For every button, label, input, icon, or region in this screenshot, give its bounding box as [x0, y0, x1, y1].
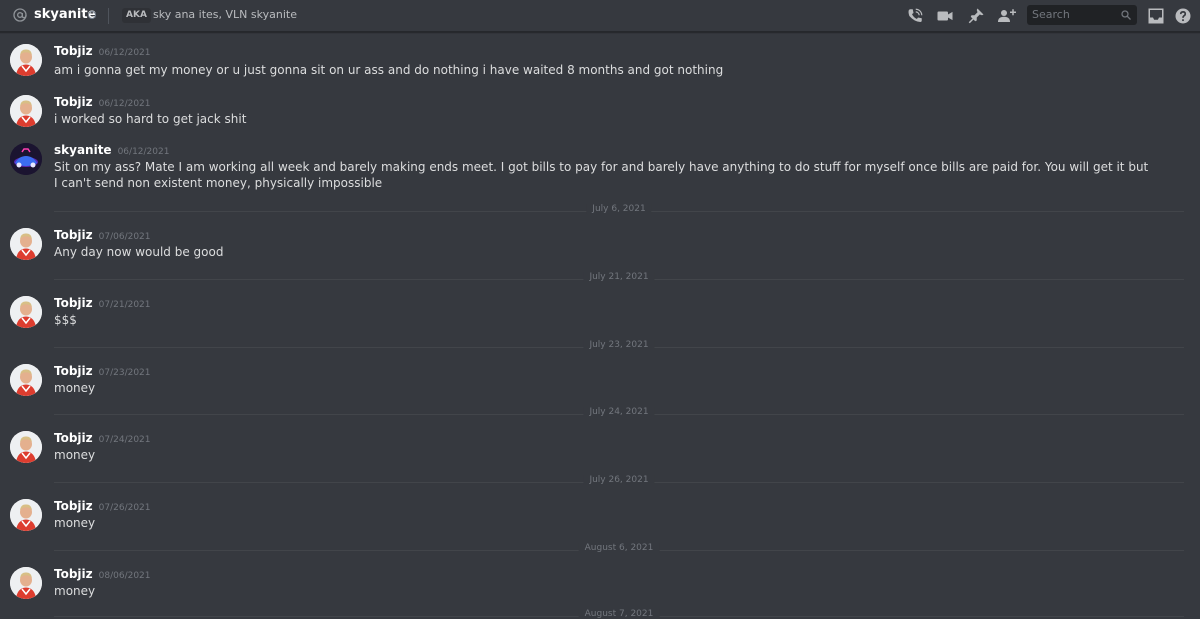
search-input[interactable]: Search [1027, 5, 1137, 25]
message-author[interactable]: Tobjiz 06/12/2021 [54, 44, 151, 58]
date-divider-label: July 26, 2021 [583, 475, 655, 485]
message-timestamp: 06/12/2021 [117, 147, 170, 157]
avatar-image [10, 95, 42, 127]
status-offline-icon [88, 11, 96, 19]
avatar-image [10, 228, 42, 260]
date-divider: August 7, 2021 [54, 609, 1184, 619]
date-divider-label: July 24, 2021 [583, 407, 655, 417]
message-content: money [54, 584, 96, 598]
author-name[interactable]: Tobjiz [54, 95, 93, 109]
message-author[interactable]: Tobjiz 08/06/2021 [54, 567, 151, 581]
date-divider: July 26, 2021 [54, 475, 1184, 485]
author-name[interactable]: Tobjiz [54, 228, 93, 242]
avatar-image [10, 567, 42, 599]
add-friend-icon[interactable] [997, 7, 1017, 25]
avatar-image [10, 431, 42, 463]
call-icon[interactable] [906, 7, 924, 25]
date-divider-label: July 6, 2021 [586, 204, 652, 214]
date-divider: July 23, 2021 [54, 340, 1184, 350]
message-content: Any day now would be good [54, 245, 224, 259]
message-author[interactable]: Tobjiz 07/23/2021 [54, 364, 151, 378]
message-content: $$$ [54, 313, 77, 327]
message-timestamp: 08/06/2021 [98, 571, 151, 581]
date-divider-label: July 23, 2021 [583, 340, 655, 350]
search-placeholder: Search [1032, 8, 1070, 21]
message-author[interactable]: Tobjiz 06/12/2021 [54, 95, 151, 109]
message-content: money [54, 448, 96, 462]
date-divider: August 6, 2021 [54, 543, 1184, 553]
pin-icon[interactable] [967, 7, 985, 25]
avatar[interactable] [10, 44, 42, 76]
aka-badge: AKA [122, 8, 151, 23]
avatar-image [10, 44, 42, 76]
date-divider: July 24, 2021 [54, 407, 1184, 417]
message-author[interactable]: Tobjiz 07/24/2021 [54, 431, 151, 445]
message-timestamp: 06/12/2021 [98, 99, 151, 109]
message-content: money [54, 381, 96, 395]
date-divider: July 21, 2021 [54, 272, 1184, 282]
avatar[interactable] [10, 431, 42, 463]
message-timestamp: 07/06/2021 [98, 232, 151, 242]
aka-names[interactable]: sky ana ites, VLN skyanite [153, 8, 297, 21]
message-timestamp: 06/12/2021 [98, 48, 151, 58]
avatar[interactable] [10, 364, 42, 396]
avatar-image [10, 499, 42, 531]
message-timestamp: 07/21/2021 [98, 300, 151, 310]
author-name[interactable]: Tobjiz [54, 296, 93, 310]
message-timestamp: 07/26/2021 [98, 503, 151, 513]
message-content: am i gonna get my money or u just gonna … [54, 63, 724, 77]
author-name[interactable]: Tobjiz [54, 499, 93, 513]
author-name[interactable]: skyanite [54, 143, 112, 157]
search-icon [1121, 10, 1131, 20]
message-list[interactable]: Tobjiz 06/12/2021 am i gonna get my money… [0, 36, 1200, 619]
message-timestamp: 07/24/2021 [98, 435, 151, 445]
avatar-image [10, 143, 42, 175]
message-author[interactable]: Tobjiz 07/06/2021 [54, 228, 151, 242]
avatar[interactable] [10, 95, 42, 127]
message-content: money [54, 516, 96, 530]
at-icon [13, 8, 27, 22]
video-icon[interactable] [936, 7, 954, 25]
avatar[interactable] [10, 567, 42, 599]
message-timestamp: 07/23/2021 [98, 368, 151, 378]
header-divider [108, 8, 109, 24]
date-divider: July 6, 2021 [54, 204, 1184, 214]
channel-header: skyanite AKA sky ana ites, VLN skyanite … [0, 0, 1200, 32]
avatar[interactable] [10, 228, 42, 260]
author-name[interactable]: Tobjiz [54, 431, 93, 445]
date-divider-label: August 6, 2021 [578, 543, 660, 553]
date-divider-label: July 21, 2021 [583, 272, 655, 282]
inbox-icon[interactable] [1147, 7, 1165, 25]
help-icon[interactable] [1174, 7, 1192, 25]
avatar-image [10, 296, 42, 328]
message-author[interactable]: Tobjiz 07/21/2021 [54, 296, 151, 310]
message-author[interactable]: skyanite 06/12/2021 [54, 143, 169, 157]
message-author[interactable]: Tobjiz 07/26/2021 [54, 499, 151, 513]
avatar[interactable] [10, 143, 42, 175]
message-content: i worked so hard to get jack shit [54, 112, 247, 126]
avatar[interactable] [10, 296, 42, 328]
avatar-image [10, 364, 42, 396]
author-name[interactable]: Tobjiz [54, 364, 93, 378]
author-name[interactable]: Tobjiz [54, 567, 93, 581]
avatar[interactable] [10, 499, 42, 531]
message-content: Sit on my ass? Mate I am working all wee… [54, 160, 1149, 190]
author-name[interactable]: Tobjiz [54, 44, 93, 58]
